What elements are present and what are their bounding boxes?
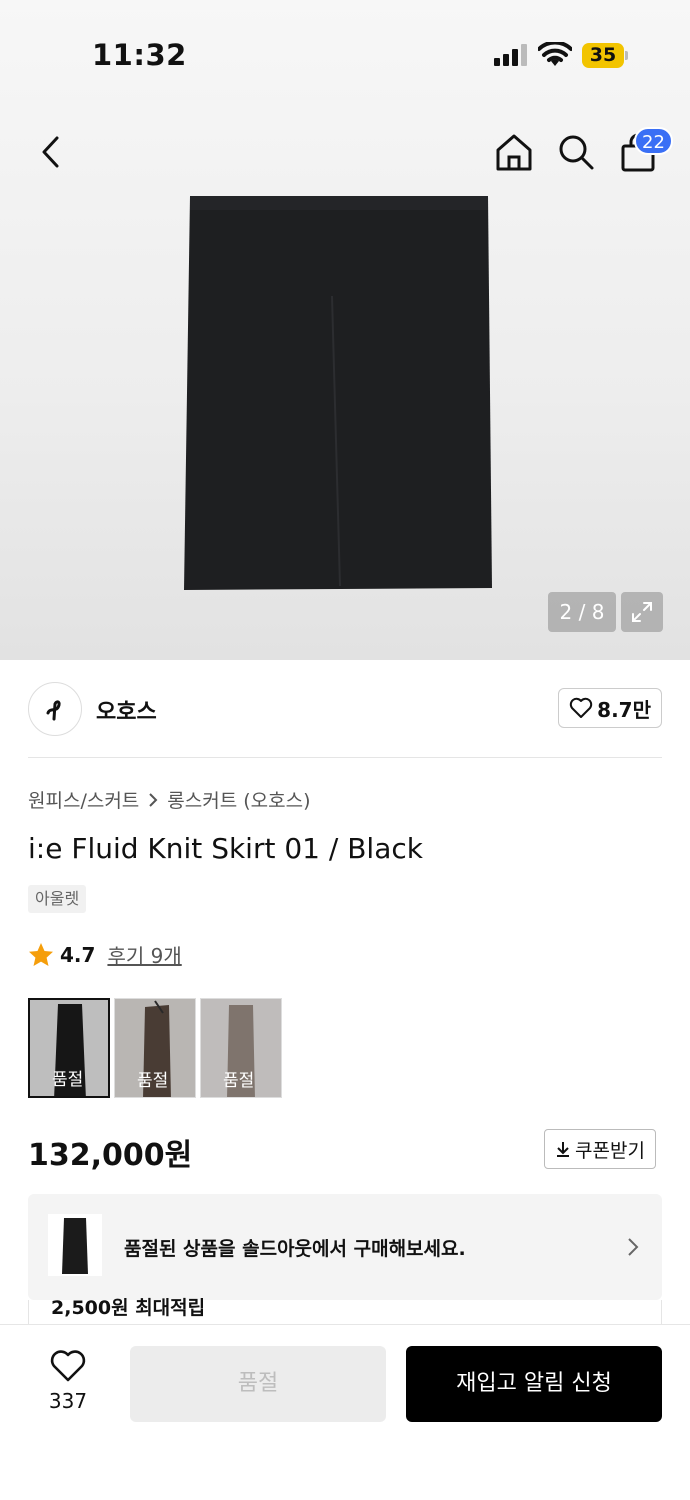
rating-row: 4.7 후기 9개 [28,940,182,969]
battery-level: 35 [582,43,624,68]
wishlist-count: 337 [48,1389,88,1413]
brand-logo[interactable] [28,682,82,736]
chevron-right-icon [628,1238,639,1256]
bottom-action-bar: 337 품절 재입고 알림 신청 [0,1324,690,1500]
chevron-right-icon [149,792,158,807]
variant-brown[interactable]: 품절 [114,998,196,1098]
product-price: 132,000원 [28,1138,193,1173]
product-image [184,196,492,590]
home-icon [496,134,532,171]
color-variants: 품절 품절 품절 [28,998,282,1098]
restock-alert-button[interactable]: 재입고 알림 신청 [406,1346,662,1422]
back-button[interactable] [26,128,74,176]
wishlist-button[interactable]: 337 [40,1349,96,1413]
soldout-promo-banner[interactable]: 품절된 상품을 솔드아웃에서 구매해보세요. [28,1194,662,1300]
signal-icon [494,44,528,66]
battery-icon: 35 [582,43,628,68]
star-icon [29,942,53,966]
search-icon [559,135,594,170]
wifi-icon [537,40,573,68]
heart-icon [50,1350,86,1382]
variant-taupe[interactable]: 품절 [200,998,282,1098]
brand-name[interactable]: 오호스 [96,694,157,726]
coupon-label: 쿠폰받기 [575,1139,645,1162]
breadcrumb: 원피스/스커트 롱스커트 (오호스) [28,786,311,813]
download-icon [557,1142,569,1157]
status-bar: 11:32 35 [0,0,690,110]
expand-icon [632,602,652,622]
promo-thumbnail [48,1214,102,1276]
breadcrumb-subcategory[interactable]: 롱스커트 (오호스) [167,786,310,813]
expand-button[interactable] [621,592,663,632]
promo-text: 품절된 상품을 솔드아웃에서 구매해보세요. [124,1238,466,1260]
brand-like-count: 8.7만 [597,697,651,722]
product-image-gallery[interactable]: 11:32 35 22 2 / 8 [0,0,690,660]
chevron-left-icon [42,136,59,168]
divider [28,757,662,758]
outlet-tag: 아울렛 [28,885,87,913]
variant-soldout-label: 품절 [223,1071,255,1091]
home-button[interactable] [490,128,538,176]
image-counter: 2 / 8 [548,592,616,632]
variant-black[interactable]: 품절 [28,998,110,1098]
coupon-button[interactable]: 쿠폰받기 [544,1129,656,1169]
search-button[interactable] [552,128,600,176]
brand-row: 오호스 8.7만 [28,680,662,738]
product-title: i:e Fluid Knit Skirt 01 / Black [28,832,423,865]
status-time: 11:32 [92,38,187,72]
cart-count-badge: 22 [634,127,673,155]
brand-logo-mark [46,700,61,721]
heart-icon [569,697,593,718]
breadcrumb-category[interactable]: 원피스/스커트 [28,786,139,813]
brand-like-button[interactable]: 8.7만 [558,688,662,728]
soldout-button: 품절 [130,1346,386,1422]
variant-soldout-label: 품절 [52,1070,84,1090]
review-link[interactable]: 후기 9개 [107,940,181,969]
variant-soldout-label: 품절 [137,1071,169,1091]
rating-score: 4.7 [60,942,96,967]
